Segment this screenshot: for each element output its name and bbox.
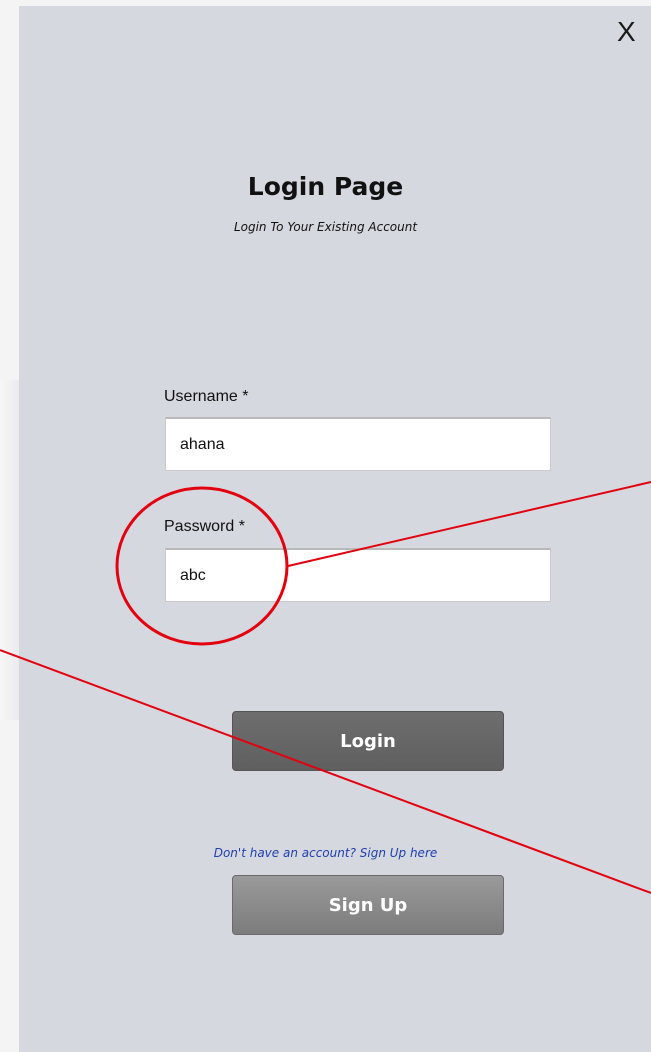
password-label: Password * xyxy=(164,518,245,535)
username-input[interactable] xyxy=(165,417,551,471)
close-icon[interactable]: X xyxy=(617,12,637,52)
username-label: Username * xyxy=(164,388,249,405)
page-title: Login Page xyxy=(247,172,404,201)
signup-button[interactable]: Sign Up xyxy=(232,875,504,935)
password-input[interactable] xyxy=(165,548,551,602)
page-subtitle: Login To Your Existing Account xyxy=(233,220,418,234)
login-button[interactable]: Login xyxy=(232,711,504,771)
signup-link[interactable]: Don't have an account? Sign Up here xyxy=(0,846,651,860)
